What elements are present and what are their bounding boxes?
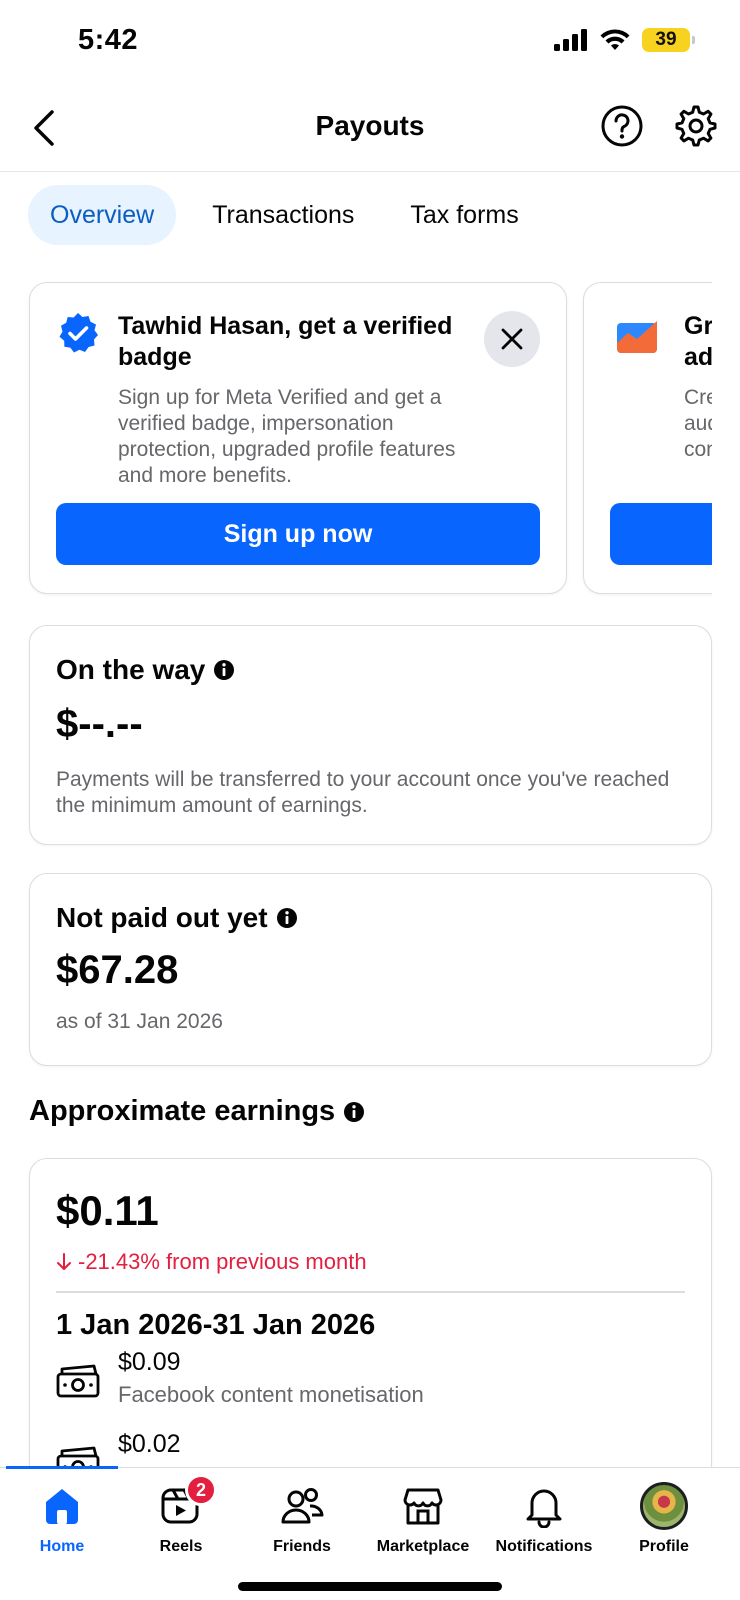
- earnings-total: $0.11: [56, 1187, 159, 1234]
- info-icon[interactable]: [276, 907, 298, 929]
- tab-tax-forms[interactable]: Tax forms: [388, 185, 540, 245]
- growth-promo-card[interactable]: Gr ad Cre aud con: [583, 282, 712, 594]
- nav-marketplace[interactable]: Marketplace: [361, 1482, 485, 1556]
- nav-friends-label: Friends: [273, 1538, 331, 1555]
- profile-avatar-wrap: [640, 1482, 688, 1530]
- approximate-earnings-title: Approximate earnings: [29, 1095, 336, 1127]
- not-paid-date: as of 31 Jan 2026: [56, 1010, 223, 1033]
- on-the-way-heading: On the way: [56, 654, 685, 686]
- approximate-earnings-heading: Approximate earnings: [29, 1095, 365, 1128]
- signal-icon: [554, 29, 587, 51]
- info-icon[interactable]: [343, 1101, 365, 1123]
- status-bar: 5:42 39: [0, 0, 740, 84]
- nav-notifications-label: Notifications: [495, 1538, 593, 1555]
- nav-home-label: Home: [39, 1538, 85, 1555]
- nav-marketplace-label: Marketplace: [376, 1538, 470, 1555]
- divider: [56, 1291, 685, 1293]
- wifi-icon: [600, 29, 630, 50]
- help-icon: [601, 105, 643, 147]
- settings-icon: [675, 105, 717, 147]
- info-icon[interactable]: [213, 659, 235, 681]
- money-icon: [56, 1364, 100, 1398]
- not-paid-heading: Not paid out yet: [56, 902, 685, 934]
- earnings-change-text: -21.43% from previous month: [78, 1249, 367, 1274]
- reels-badge: 2: [185, 1474, 217, 1506]
- earnings-item-amount: $0.02: [118, 1430, 181, 1458]
- growth-promo-button[interactable]: [610, 503, 712, 565]
- avatar: [640, 1482, 688, 1530]
- growth-promo-description: Cre aud con: [684, 386, 712, 461]
- settings-button[interactable]: [674, 104, 718, 148]
- on-the-way-title: On the way: [56, 654, 206, 685]
- earnings-change: -21.43% from previous month: [56, 1249, 685, 1275]
- promo-carousel[interactable]: Tawhid Hasan, get a verified badge Sign …: [0, 268, 712, 610]
- nav-notifications[interactable]: Notifications: [482, 1482, 606, 1556]
- on-the-way-note: Payments will be transferred to your acc…: [56, 768, 670, 817]
- not-paid-title: Not paid out yet: [56, 902, 268, 933]
- verified-badge-icon: [59, 313, 98, 353]
- close-icon: [501, 328, 523, 350]
- nav-reels[interactable]: 2 Reels: [119, 1474, 243, 1556]
- home-indicator-bar: [238, 1582, 502, 1591]
- active-tab-indicator: [6, 1466, 118, 1469]
- nav-home[interactable]: Home: [0, 1482, 124, 1556]
- help-button[interactable]: [600, 104, 644, 148]
- earnings-item-amount: $0.09: [118, 1348, 181, 1376]
- dismiss-promo-button[interactable]: [484, 311, 540, 367]
- bottom-navigation: Home 2 Reels Friends Marketplace Notific…: [0, 1466, 740, 1600]
- nav-friends[interactable]: Friends: [240, 1482, 364, 1556]
- earnings-item: $0.09 Facebook content monetisation: [56, 1348, 685, 1424]
- app-header: Payouts: [0, 84, 740, 172]
- nav-profile[interactable]: Profile: [602, 1482, 726, 1556]
- battery-icon: 39: [642, 28, 695, 52]
- earnings-item-label: Facebook content monetisation: [118, 1382, 424, 1407]
- friends-icon: [278, 1482, 326, 1530]
- earnings-period: 1 Jan 2026-31 Jan 2026: [56, 1309, 376, 1341]
- arrow-down-icon: [57, 1253, 71, 1270]
- marketplace-icon: [399, 1482, 447, 1530]
- on-the-way-amount: $--.--: [56, 702, 143, 746]
- chart-growth-icon: [617, 321, 657, 353]
- tab-transactions[interactable]: Transactions: [190, 185, 376, 245]
- not-paid-out-card: Not paid out yet $67.28 as of 31 Jan 202…: [29, 873, 712, 1066]
- meta-verified-card: Tawhid Hasan, get a verified badge Sign …: [29, 282, 567, 594]
- nav-profile-label: Profile: [639, 1538, 689, 1555]
- reels-icon: 2: [157, 1474, 217, 1530]
- status-time: 5:42: [78, 24, 139, 56]
- tab-bar: Overview Transactions Tax forms: [28, 185, 541, 245]
- tab-overview[interactable]: Overview: [28, 185, 177, 245]
- status-icons: 39: [554, 28, 695, 52]
- battery-level: 39: [655, 29, 677, 50]
- growth-promo-title: Gr ad: [684, 312, 712, 371]
- nav-reels-label: Reels: [159, 1538, 203, 1555]
- home-icon: [38, 1482, 86, 1530]
- promo-title: Tawhid Hasan, get a verified badge: [118, 312, 453, 371]
- promo-description: Sign up for Meta Verified and get a veri…: [118, 386, 456, 487]
- sign-up-now-button[interactable]: Sign up now: [56, 503, 540, 565]
- not-paid-amount: $67.28: [56, 948, 179, 992]
- bell-icon: [520, 1482, 568, 1530]
- on-the-way-card: On the way $--.-- Payments will be trans…: [29, 625, 712, 845]
